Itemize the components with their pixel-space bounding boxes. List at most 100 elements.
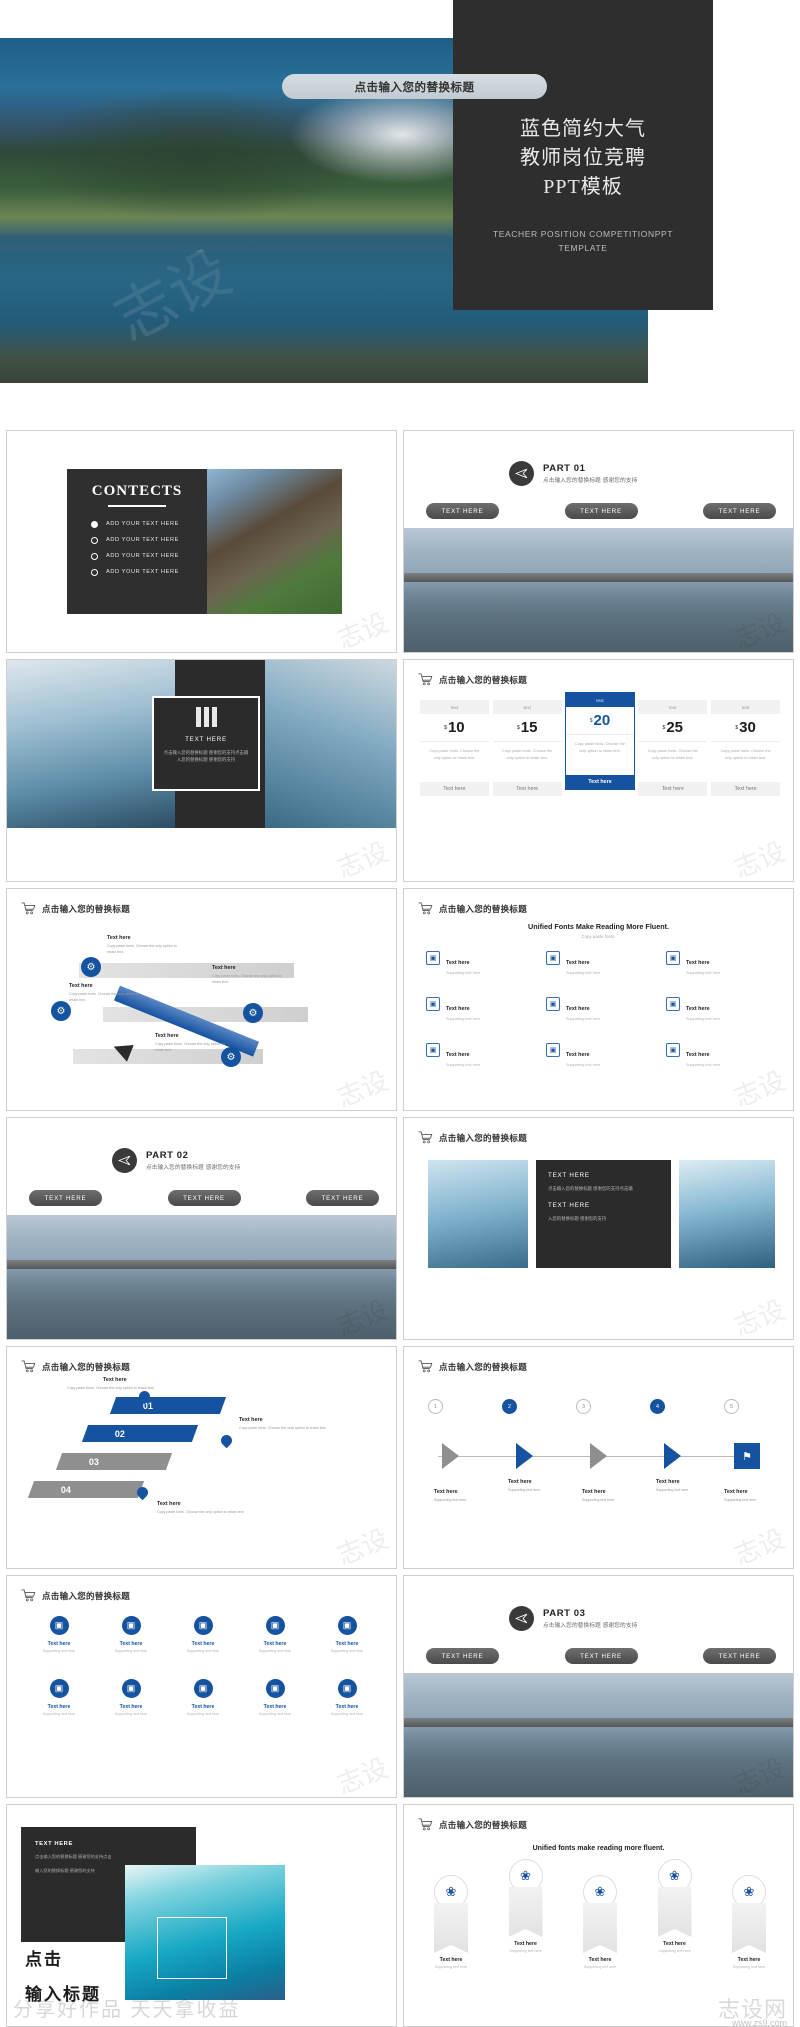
pricing-column[interactable]: text $25 Copy paste fonts. Choose the on… [638, 700, 708, 796]
ribbon-title: Text here [439, 1957, 463, 1963]
pricing-body: Copy paste fonts. Choose the only option… [720, 749, 771, 760]
pricing-column[interactable]: text $30 Copy paste fonts. Choose the on… [711, 700, 780, 796]
ribbon-item[interactable]: ❀ Text here Supporting text here [571, 1875, 629, 1969]
slide-photo-text[interactable]: 点击输入您的替换标题 TEXT HERE 点击输入您的替换标题 感谢您的支持点击… [403, 1117, 794, 1340]
step-number[interactable]: 2 [502, 1399, 517, 1414]
slide-part-02[interactable]: PART 02 点击输入您的替换标题 感谢您的支持 TEXT HERE TEXT… [6, 1117, 397, 1340]
text-here-button[interactable]: TEXT HERE [703, 503, 776, 519]
note-body: Copy paste fonts. Choose the only option… [239, 1426, 327, 1430]
text-here-button[interactable]: TEXT HERE [564, 1648, 638, 1664]
part-photo [404, 1673, 793, 1797]
text-card: TEXT HERE 点击输入您的替换标题 感谢您的支持点击输 TEXT HERE… [536, 1160, 671, 1268]
icon-cell-sub: Supporting text here [114, 1712, 148, 1716]
list-item[interactable]: ADD YOUR TEXT HERE [91, 552, 207, 560]
pricing-footer[interactable]: Text here [492, 782, 562, 796]
slide-chevrons[interactable]: 点击输入您的替换标题 1 2 3 4 5 ⚑ Text here Support… [403, 1346, 794, 1569]
icon-cell[interactable]: ▣ Text here Supporting text here [311, 1616, 383, 1653]
feature-cell[interactable]: ▣ Text here Supporting text here [666, 997, 776, 1021]
document-icon: ▣ [426, 997, 440, 1011]
chevron-icon [442, 1443, 459, 1469]
slide-part-03[interactable]: PART 03 点击输入您的替换标题 感谢您的支持 TEXT HERE TEXT… [403, 1575, 794, 1798]
cart-icon [21, 1589, 36, 1602]
slide-parallelogram[interactable]: 点击输入您的替换标题 01 02 03 04 Text here Copy pa… [6, 1346, 397, 1569]
pricing-footer[interactable]: Text here [711, 782, 780, 796]
bar-02[interactable]: 02 [81, 1425, 199, 1442]
hero-title-pill[interactable]: 点击输入您的替换标题 [282, 74, 547, 99]
icon-cell[interactable]: ▣ Text here Supporting text here [167, 1679, 239, 1716]
ribbon-item[interactable]: ❀ Text here Supporting text here [497, 1859, 555, 1953]
icon-cell-sub: Supporting text here [330, 1649, 364, 1653]
presentation-icon: ▣ [193, 1679, 213, 1698]
icon-cell[interactable]: ▣ Text here Supporting text here [23, 1679, 95, 1716]
icon-cell[interactable]: ▣ Text here Supporting text here [239, 1679, 311, 1716]
card-body-1: 点击输入您的替换标题 感谢您的支持点击输 [163, 750, 249, 755]
feature-cell[interactable]: ▣ Text here Supporting text here [426, 1043, 536, 1067]
slide-icon-grid[interactable]: 点击输入您的替换标题 ▣ Text here Supporting text her… [6, 1575, 397, 1798]
ribbon-item[interactable]: ❀ Text here Supporting text here [720, 1875, 778, 1969]
text-here-button[interactable]: TEXT HERE [703, 1648, 776, 1664]
pricing-footer[interactable]: Text here [420, 782, 489, 796]
slide-contents[interactable]: CONTECTS ADD YOUR TEXT HERE ADD YOUR TEX… [6, 430, 397, 653]
icon-cell-title: Text here [191, 1641, 215, 1647]
step-number[interactable]: 5 [724, 1399, 739, 1414]
feature-cell[interactable]: ▣ Text here Supporting text here [546, 951, 656, 975]
step-title: Text here [434, 1489, 458, 1495]
icon-cell[interactable]: ▣ Text here Supporting text here [95, 1616, 167, 1653]
step-number[interactable]: 1 [428, 1399, 443, 1414]
pricing-top: text [565, 693, 635, 707]
icon-cell[interactable]: ▣ Text here Supporting text here [239, 1616, 311, 1653]
slide-pencil[interactable]: 点击输入您的替换标题 ⚙ ⚙ ⚙ ⚙ Text here Copy paste … [6, 888, 397, 1111]
text-here-button[interactable]: TEXT HERE [29, 1190, 102, 1206]
feature-cell[interactable]: ▣ Text here Supporting text here [666, 1043, 776, 1067]
text-here-button[interactable]: TEXT HERE [426, 503, 499, 519]
feature-cell[interactable]: ▣ Text here Supporting text here [426, 951, 536, 975]
icon-cell[interactable]: ▣ Text here Supporting text here [95, 1679, 167, 1716]
list-item[interactable]: ADD YOUR TEXT HERE [91, 520, 207, 528]
icon-cell[interactable]: ▣ Text here Supporting text here [167, 1616, 239, 1653]
note-body: Copy paste fonts. Choose the only option… [69, 992, 139, 1003]
document-icon: ▣ [666, 997, 680, 1011]
watermark: 志设 [729, 1523, 790, 1569]
step-number[interactable]: 3 [576, 1399, 591, 1414]
icon-cell[interactable]: ▣ Text here Supporting text here [311, 1679, 383, 1716]
presentation-icon: ▣ [265, 1679, 285, 1698]
ribbon-item[interactable]: ❀ Text here Supporting text here [422, 1875, 480, 1969]
pricing-column[interactable]: text $15 Copy paste fonts. Choose the on… [492, 700, 562, 796]
part-description: 点击输入您的替换标题 感谢您的支持 [543, 1623, 638, 1629]
text-here-button[interactable]: TEXT HERE [564, 503, 638, 519]
list-item[interactable]: ADD YOUR TEXT HERE [91, 568, 207, 576]
step-number[interactable]: 4 [650, 1399, 665, 1414]
bar-01[interactable]: 01 [109, 1397, 227, 1414]
slide-pricing[interactable]: 点击输入您的替换标题 text $10 Copy paste fonts. Ch… [403, 659, 794, 882]
part-buttons: TEXT HERE TEXT HERE TEXT HERE [29, 1190, 379, 1206]
feature-cell[interactable]: ▣ Text here Supporting text here [666, 951, 776, 975]
slide-unified-fonts[interactable]: 点击输入您的替换标题 Unified Fonts Make Reading Mo… [403, 888, 794, 1111]
icon-cell-sub: Supporting text here [42, 1649, 76, 1653]
icon-cell[interactable]: ▣ Text here Supporting text here [23, 1616, 95, 1653]
pricing-top: text [420, 700, 489, 714]
feature-cell[interactable]: ▣ Text here Supporting text here [426, 997, 536, 1021]
slide-ribbons[interactable]: 点击输入您的替换标题 Unified fonts make reading mo… [403, 1804, 794, 2027]
chevron-icon [516, 1443, 533, 1469]
slide-part-01[interactable]: PART 01 点击输入您的替换标题 感谢您的支持 TEXT HERE TEXT… [403, 430, 794, 653]
ribbon-tail [732, 1903, 766, 1953]
bar-04[interactable]: 04 [27, 1481, 145, 1498]
presentation-icon: ▣ [337, 1679, 357, 1698]
text-here-button[interactable]: TEXT HERE [306, 1190, 379, 1206]
pricing-column[interactable]: text $10 Copy paste fonts. Choose the on… [420, 700, 489, 796]
ribbon-item[interactable]: ❀ Text here Supporting text here [646, 1859, 704, 1953]
list-item[interactable]: ADD YOUR TEXT HERE [91, 536, 207, 544]
slide-header-label: 点击输入您的替换标题 [42, 1590, 131, 1601]
pricing-footer[interactable]: Text here [565, 775, 635, 789]
text-here-button[interactable]: TEXT HERE [426, 1648, 499, 1664]
slide-header-label: 点击输入您的替换标题 [439, 1361, 528, 1372]
feature-cell[interactable]: ▣ Text here Supporting text here [546, 997, 656, 1021]
feature-cell[interactable]: ▣ Text here Supporting text here [546, 1043, 656, 1067]
slide-image-dark[interactable]: TEXT HERE 点击输入您的替换标题 感谢您的支持点击输 入您的替换标题 感… [6, 659, 397, 882]
text-here-button[interactable]: TEXT HERE [167, 1190, 241, 1206]
bar-03[interactable]: 03 [55, 1453, 173, 1470]
feature-title: Text here [686, 1006, 710, 1012]
slide-final-title[interactable]: TEXT HERE 点击输入您的替换标题 感谢您的支持点击 输入您的替换标题 感… [6, 1804, 397, 2027]
pricing-column-highlighted[interactable]: text $20 Copy paste fonts. Choose the on… [564, 692, 636, 790]
pricing-footer[interactable]: Text here [638, 782, 708, 796]
